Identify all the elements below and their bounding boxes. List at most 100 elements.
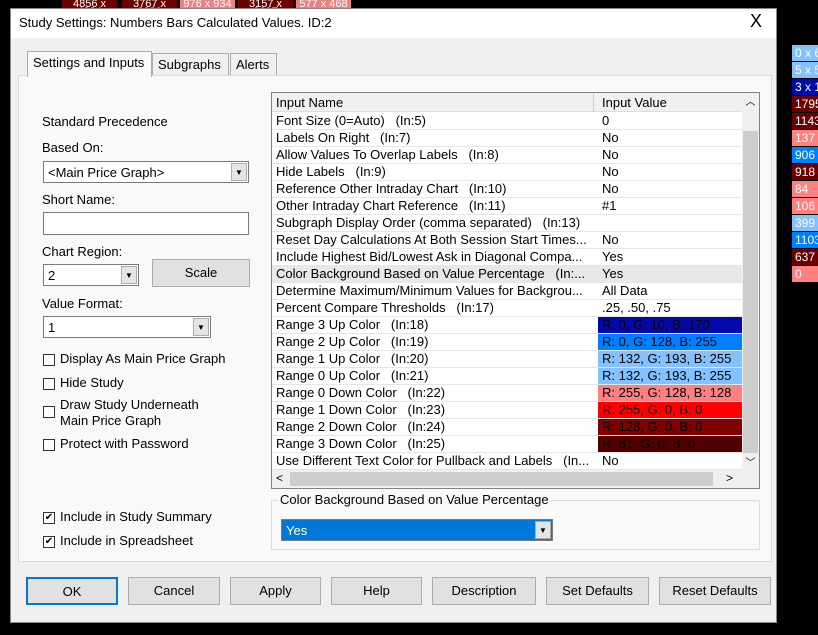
tab-subgraphs[interactable]: Subgraphs: [152, 53, 229, 76]
table-row[interactable]: Reference Other Intraday Chart (In:10) No: [272, 181, 742, 198]
hide-study-checkbox[interactable]: [43, 378, 55, 390]
input-value[interactable]: All Data: [598, 283, 742, 299]
table-row[interactable]: Include Highest Bid/Lowest Ask in Diagon…: [272, 249, 742, 266]
reset-defaults-button[interactable]: Reset Defaults: [659, 577, 771, 605]
table-row[interactable]: Range 3 Down Color (In:25) R: 81, G: 0, B…: [272, 436, 742, 453]
table-row[interactable]: Color Background Based on Value Percenta…: [272, 266, 742, 283]
apply-button[interactable]: Apply: [230, 577, 321, 605]
chart-label: 5 x 551: [792, 62, 818, 78]
chart-label: 106: [792, 198, 818, 214]
input-value[interactable]: No: [598, 147, 742, 163]
chevron-down-icon[interactable]: ▼: [193, 318, 209, 336]
table-row[interactable]: Other Intraday Chart Reference (In:11) #1: [272, 198, 742, 215]
scale-button[interactable]: Scale: [152, 259, 250, 287]
table-row[interactable]: Range 1 Down Color (In:23) R: 255, G: 0, …: [272, 402, 742, 419]
input-value[interactable]: No: [598, 130, 742, 146]
ok-button[interactable]: OK: [26, 577, 118, 605]
input-name: Range 3 Down Color (In:25): [276, 436, 446, 451]
tab-alerts[interactable]: Alerts: [230, 53, 277, 76]
table-row[interactable]: Range 3 Up Color (In:18) R: 0, G: 10, B: …: [272, 317, 742, 334]
checkbox-label: Include in Spreadsheet: [60, 533, 193, 548]
table-row[interactable]: Hide Labels (In:9) No: [272, 164, 742, 181]
input-value[interactable]: R: 0, G: 10, B: 170: [598, 317, 742, 333]
chart-region-select[interactable]: 2 ▼: [43, 264, 139, 286]
input-name: Use Different Text Color for Pullback an…: [276, 453, 590, 468]
table-row[interactable]: Font Size (0=Auto) (In:5) 0: [272, 113, 742, 130]
description-button[interactable]: Description: [432, 577, 536, 605]
table-row[interactable]: Reset Day Calculations At Both Session S…: [272, 232, 742, 249]
column-header-value[interactable]: Input Value: [602, 95, 667, 110]
input-value[interactable]: [598, 215, 742, 231]
scroll-left-icon[interactable]: <: [276, 471, 283, 485]
group-label: Color Background Based on Value Percenta…: [278, 492, 551, 507]
scroll-up-icon[interactable]: ︿: [742, 93, 759, 110]
include-summary-checkbox[interactable]: ✔: [43, 512, 55, 524]
input-value[interactable]: No: [598, 164, 742, 180]
input-name: Range 1 Up Color (In:20): [276, 351, 429, 366]
chart-label: 137: [792, 130, 818, 146]
table-row[interactable]: Determine Maximum/Minimum Values for Bac…: [272, 283, 742, 300]
grid-header: Input Name Input Value: [272, 93, 742, 112]
input-name: Subgraph Display Order (comma separated)…: [276, 215, 581, 230]
short-name-input[interactable]: [43, 212, 249, 235]
input-name: Range 2 Down Color (In:24): [276, 419, 446, 434]
scroll-down-icon[interactable]: ﹀: [742, 454, 759, 471]
input-name: Other Intraday Chart Reference (In:11): [276, 198, 506, 213]
input-value[interactable]: R: 255, G: 0, B: 0: [598, 402, 742, 418]
include-spreadsheet-checkbox[interactable]: ✔: [43, 536, 55, 548]
input-value[interactable]: Yes: [598, 266, 742, 282]
table-row[interactable]: Percent Compare Thresholds (In:17) .25, .…: [272, 300, 742, 317]
chevron-down-icon[interactable]: ▼: [535, 521, 551, 539]
scroll-thumb[interactable]: [743, 131, 758, 453]
chart-label: 1795: [792, 96, 818, 112]
table-row[interactable]: Allow Values To Overlap Labels (In:8) No: [272, 147, 742, 164]
input-value[interactable]: .25, .50, .75: [598, 300, 742, 316]
horizontal-scrollbar[interactable]: < >: [272, 470, 759, 488]
table-row[interactable]: Use Different Text Color for Pullback an…: [272, 453, 742, 470]
vertical-scrollbar[interactable]: ︿ ﹀: [742, 93, 759, 471]
input-value[interactable]: No: [598, 453, 742, 469]
protect-password-checkbox[interactable]: [43, 439, 55, 451]
input-value[interactable]: R: 0, G: 128, B: 255: [598, 334, 742, 350]
chart-label: 637: [792, 249, 818, 265]
input-value[interactable]: R: 132, G: 193, B: 255: [598, 351, 742, 367]
input-name: Labels On Right (In:7): [276, 130, 411, 145]
input-value[interactable]: R: 255, G: 128, B: 128: [598, 385, 742, 401]
chevron-down-icon[interactable]: ▼: [231, 163, 247, 181]
dialog-title: Study Settings: Numbers Bars Calculated …: [19, 15, 332, 30]
input-value[interactable]: Yes: [598, 249, 742, 265]
value-editor-group: Color Background Based on Value Percenta…: [271, 492, 760, 550]
table-row[interactable]: Range 2 Down Color (In:24) R: 128, G: 0, …: [272, 419, 742, 436]
table-row[interactable]: Labels On Right (In:7) No: [272, 130, 742, 147]
input-name: Range 3 Up Color (In:18): [276, 317, 429, 332]
table-row[interactable]: Subgraph Display Order (comma separated)…: [272, 215, 742, 232]
value-format-select[interactable]: 1 ▼: [43, 316, 211, 338]
table-row[interactable]: Range 0 Down Color (In:22) R: 255, G: 128…: [272, 385, 742, 402]
input-value[interactable]: R: 132, G: 193, B: 255: [598, 368, 742, 384]
input-name: Include Highest Bid/Lowest Ask in Diagon…: [276, 249, 583, 264]
table-row[interactable]: Range 2 Up Color (In:19) R: 0, G: 128, B:…: [272, 334, 742, 351]
input-value[interactable]: No: [598, 232, 742, 248]
scroll-thumb[interactable]: [290, 472, 713, 486]
value-format-label: Value Format:: [42, 296, 123, 311]
close-icon[interactable]: X: [744, 11, 768, 32]
table-row[interactable]: Range 0 Up Color (In:21) R: 132, G: 193, …: [272, 368, 742, 385]
based-on-select[interactable]: <Main Price Graph> ▼: [43, 161, 249, 183]
tab-settings-and-inputs[interactable]: Settings and Inputs: [27, 51, 152, 77]
set-defaults-button[interactable]: Set Defaults: [546, 577, 649, 605]
value-select[interactable]: Yes ▼: [281, 519, 553, 541]
table-row[interactable]: Range 1 Up Color (In:20) R: 132, G: 193, …: [272, 351, 742, 368]
help-button[interactable]: Help: [331, 577, 422, 605]
chevron-down-icon[interactable]: ▼: [121, 266, 137, 284]
draw-underneath-checkbox[interactable]: [43, 406, 55, 418]
input-value[interactable]: 0: [598, 113, 742, 129]
input-value[interactable]: No: [598, 181, 742, 197]
input-value[interactable]: #1: [598, 198, 742, 214]
input-value[interactable]: R: 81, G: 0, B: 0: [598, 436, 742, 452]
column-header-name[interactable]: Input Name: [276, 95, 343, 110]
cancel-button[interactable]: Cancel: [128, 577, 220, 605]
scroll-right-icon[interactable]: >: [726, 471, 733, 485]
display-as-main-checkbox[interactable]: [43, 354, 55, 366]
input-value[interactable]: R: 128, G: 0, B: 0: [598, 419, 742, 435]
inputs-grid: Input Name Input Value Font Size (0=Auto…: [271, 92, 760, 489]
